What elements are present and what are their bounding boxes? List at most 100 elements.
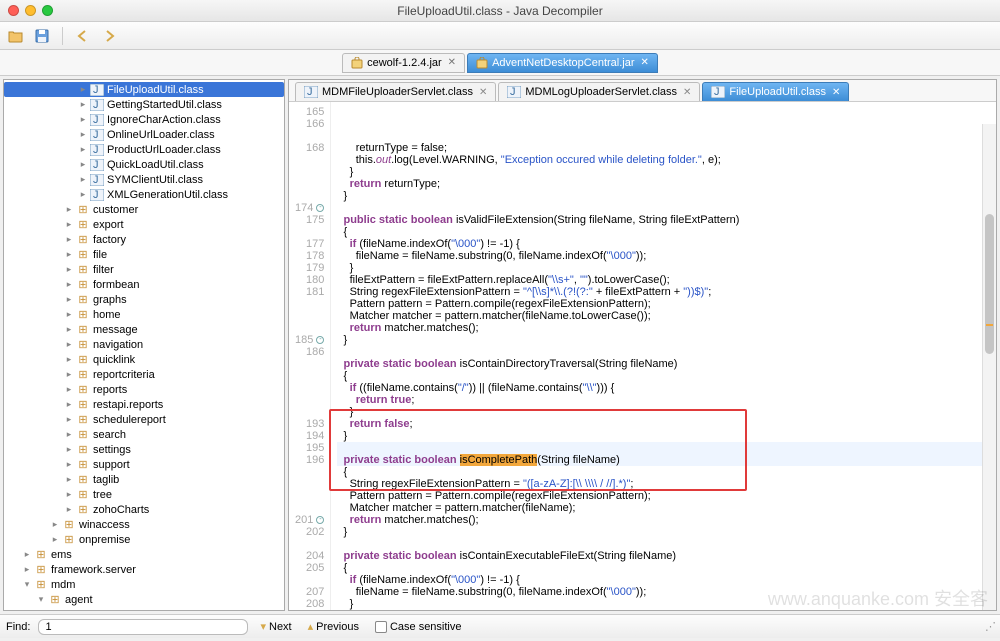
code-line[interactable]: return true;: [337, 394, 990, 406]
tree-class-OnlineUrlLoader.class[interactable]: ▸JOnlineUrlLoader.class: [4, 127, 284, 142]
find-input[interactable]: [38, 619, 248, 635]
tree-package-graphs[interactable]: ▸graphs: [4, 292, 284, 307]
disclosure-icon[interactable]: ▸: [64, 340, 74, 350]
disclosure-icon[interactable]: ▸: [64, 460, 74, 470]
tree-class-IgnoreCharAction.class[interactable]: ▸JIgnoreCharAction.class: [4, 112, 284, 127]
tree-class-SYMClientUtil.class[interactable]: ▸JSYMClientUtil.class: [4, 172, 284, 187]
code-line[interactable]: return matcher.matches();: [337, 322, 990, 334]
code-line[interactable]: if (fileName.indexOf("\000") != -1) {: [337, 238, 990, 250]
scroll-thumb[interactable]: [985, 214, 994, 354]
tree-package-search[interactable]: ▸search: [4, 427, 284, 442]
code-line[interactable]: public static boolean isValidFileExtensi…: [337, 214, 990, 226]
fold-icon[interactable]: -: [316, 516, 324, 524]
tree-package-navigation[interactable]: ▸navigation: [4, 337, 284, 352]
disclosure-icon[interactable]: ▸: [64, 280, 74, 290]
close-icon[interactable]: ✕: [641, 57, 649, 68]
code-line[interactable]: fileExtPattern = fileExtPattern.replaceA…: [337, 274, 990, 286]
open-folder-icon[interactable]: [6, 26, 26, 46]
code-line[interactable]: return false;: [337, 418, 990, 430]
code-body[interactable]: returnType = false; this.out.log(Level.W…: [331, 102, 996, 610]
disclosure-icon[interactable]: ▸: [64, 385, 74, 395]
disclosure-icon[interactable]: ▸: [78, 190, 88, 200]
tree-package-reportcriteria[interactable]: ▸reportcriteria: [4, 367, 284, 382]
disclosure-icon[interactable]: ▸: [64, 355, 74, 365]
package-explorer[interactable]: ▸JFileUploadUtil.class▸JGettingStartedUt…: [3, 79, 285, 611]
disclosure-icon[interactable]: ▸: [64, 310, 74, 320]
disclosure-icon[interactable]: ▸: [50, 535, 60, 545]
tree-package-framework.server[interactable]: ▸framework.server: [4, 562, 284, 577]
code-line[interactable]: }: [337, 406, 990, 418]
code-line[interactable]: [337, 202, 990, 214]
tree-package-export[interactable]: ▸export: [4, 217, 284, 232]
code-line[interactable]: String regexFileExtensionPattern = "([a-…: [337, 478, 990, 490]
code-line[interactable]: }: [337, 334, 990, 346]
disclosure-icon[interactable]: ▸: [22, 565, 32, 575]
disclosure-icon[interactable]: ▸: [64, 475, 74, 485]
code-line[interactable]: Pattern pattern = Pattern.compile(regexF…: [337, 490, 990, 502]
disclosure-icon[interactable]: ▸: [64, 505, 74, 515]
tree-package-reports[interactable]: ▸reports: [4, 382, 284, 397]
tree-package-winaccess[interactable]: ▸winaccess: [4, 517, 284, 532]
disclosure-icon[interactable]: ▾: [22, 580, 32, 590]
tree-package-restapi.reports[interactable]: ▸restapi.reports: [4, 397, 284, 412]
code-line[interactable]: }: [337, 430, 990, 442]
close-icon[interactable]: ✕: [683, 87, 691, 98]
close-icon[interactable]: ✕: [448, 57, 456, 68]
code-line[interactable]: {: [337, 562, 990, 574]
file-tab-1[interactable]: JMDMLogUploaderServlet.class✕: [498, 82, 700, 101]
back-icon[interactable]: [73, 26, 93, 46]
tree-package-support[interactable]: ▸support: [4, 457, 284, 472]
resize-grip-icon[interactable]: ⋰: [985, 620, 994, 633]
disclosure-icon[interactable]: ▸: [64, 445, 74, 455]
code-line[interactable]: Matcher matcher = pattern.matcher(fileNa…: [337, 502, 990, 514]
tree-class-ProductUrlLoader.class[interactable]: ▸JProductUrlLoader.class: [4, 142, 284, 157]
file-tab-0[interactable]: JMDMFileUploaderServlet.class✕: [295, 82, 496, 101]
file-tab-2[interactable]: JFileUploadUtil.class✕: [702, 82, 849, 101]
tree-package-factory[interactable]: ▸factory: [4, 232, 284, 247]
disclosure-icon[interactable]: ▸: [78, 145, 88, 155]
code-line[interactable]: returnType = false;: [337, 142, 990, 154]
fold-icon[interactable]: -: [316, 204, 324, 212]
disclosure-icon[interactable]: ▸: [64, 490, 74, 500]
disclosure-icon[interactable]: ▸: [64, 370, 74, 380]
tree-package-message[interactable]: ▸message: [4, 322, 284, 337]
code-line[interactable]: private static boolean isContainDirector…: [337, 358, 990, 370]
tree-package-zohoCharts[interactable]: ▸zohoCharts: [4, 502, 284, 517]
code-line[interactable]: {: [337, 466, 990, 478]
disclosure-icon[interactable]: ▸: [64, 325, 74, 335]
tree-package-customer[interactable]: ▸customer: [4, 202, 284, 217]
code-line[interactable]: }: [337, 262, 990, 274]
code-line[interactable]: return matcher.matches();: [337, 514, 990, 526]
code-line[interactable]: if ((fileName.contains("/")) || (fileNam…: [337, 382, 990, 394]
tree-package-ems[interactable]: ▸ems: [4, 547, 284, 562]
code-line[interactable]: }: [337, 526, 990, 538]
code-editor[interactable]: 165166 168 174-175 177178179180181 185-1…: [289, 102, 996, 610]
disclosure-icon[interactable]: ▸: [64, 220, 74, 230]
fold-icon[interactable]: -: [316, 336, 324, 344]
tree-package-handlers[interactable]: handlers: [4, 607, 284, 611]
code-line[interactable]: [337, 442, 990, 454]
find-previous-button[interactable]: ▴ Previous: [304, 619, 363, 634]
disclosure-icon[interactable]: ▸: [64, 250, 74, 260]
code-line[interactable]: [337, 538, 990, 550]
disclosure-icon[interactable]: ▸: [64, 295, 74, 305]
tree-package-filter[interactable]: ▸filter: [4, 262, 284, 277]
code-line[interactable]: this.out.log(Level.WARNING, "Exception o…: [337, 154, 990, 166]
case-sensitive-checkbox[interactable]: Case sensitive: [371, 620, 466, 634]
disclosure-icon[interactable]: ▸: [64, 235, 74, 245]
tree-class-QuickLoadUtil.class[interactable]: ▸JQuickLoadUtil.class: [4, 157, 284, 172]
tree-class-XMLGenerationUtil.class[interactable]: ▸JXMLGenerationUtil.class: [4, 187, 284, 202]
tree-package-mdm[interactable]: ▾mdm: [4, 577, 284, 592]
disclosure-icon[interactable]: ▸: [78, 115, 88, 125]
code-line[interactable]: [337, 346, 990, 358]
code-line[interactable]: {: [337, 370, 990, 382]
tree-package-settings[interactable]: ▸settings: [4, 442, 284, 457]
jar-tab-0[interactable]: cewolf-1.2.4.jar✕: [342, 53, 465, 73]
tree-package-tree[interactable]: ▸tree: [4, 487, 284, 502]
tree-package-schedulereport[interactable]: ▸schedulereport: [4, 412, 284, 427]
vertical-scrollbar[interactable]: [982, 124, 996, 610]
disclosure-icon[interactable]: ▸: [50, 520, 60, 530]
code-line[interactable]: private static boolean isCompletePath(St…: [337, 454, 990, 466]
disclosure-icon[interactable]: [50, 610, 60, 612]
tree-package-agent[interactable]: ▾agent: [4, 592, 284, 607]
